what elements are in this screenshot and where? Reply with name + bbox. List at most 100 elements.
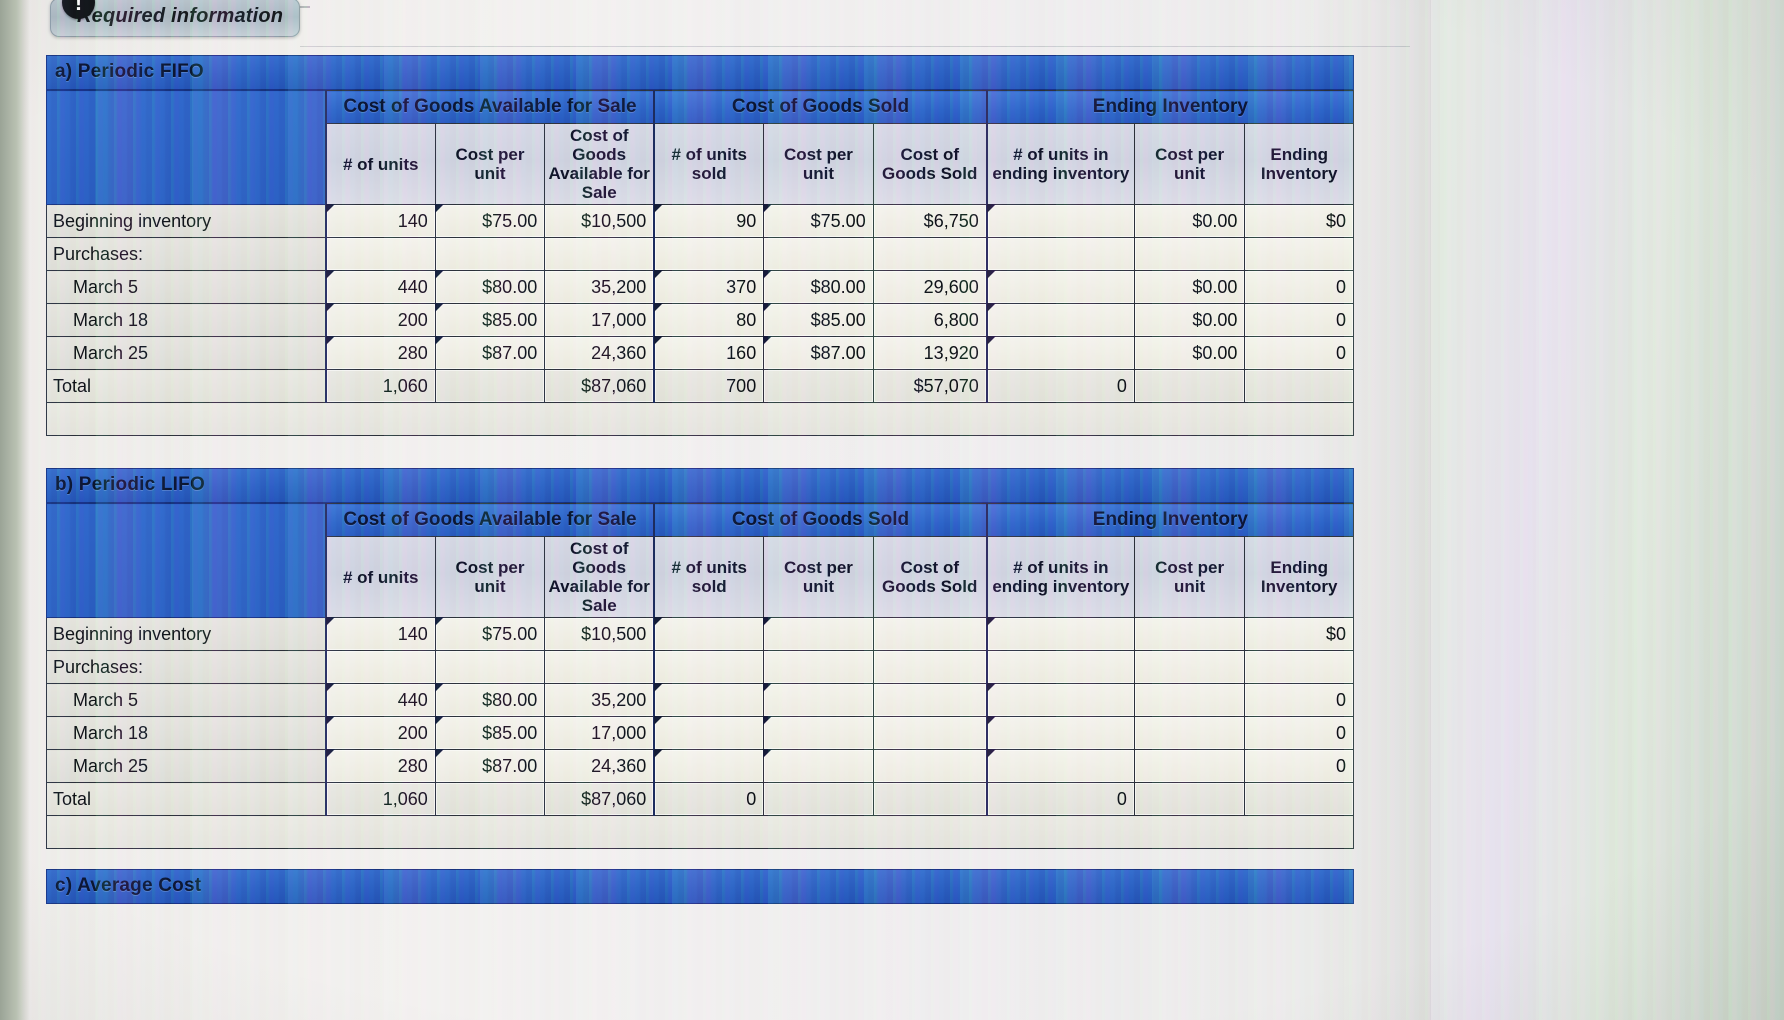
- lifo-cell-cost-per-unit-ending[interactable]: [1133, 749, 1246, 784]
- fifo-cell-cost-per-unit-sold[interactable]: $75.00: [763, 204, 874, 239]
- lifo-cell-cost-per-unit-ending[interactable]: [1133, 716, 1246, 751]
- fifo-cell-cogs: 6,800: [872, 303, 988, 338]
- cell-value: 0: [1335, 276, 1346, 297]
- lifo-cell-cost-per-unit-sold[interactable]: [763, 617, 874, 652]
- fifo-cell-cost-per-unit-available[interactable]: $87.00: [434, 336, 546, 371]
- lifo-cell-units-ending[interactable]: [985, 617, 1135, 652]
- lifo-cell-cost-per-unit-available[interactable]: $75.00: [434, 617, 546, 652]
- cell-value: 0.00: [1202, 309, 1238, 330]
- fifo-cell-units-available[interactable]: 280: [324, 336, 436, 371]
- currency-symbol: $: [810, 276, 821, 297]
- lifo-cell-units-available[interactable]: 200: [324, 716, 436, 751]
- currency-symbol: $: [1325, 623, 1336, 644]
- fifo-cell-units-ending[interactable]: [985, 204, 1135, 239]
- lifo-cell-units-available[interactable]: 280: [324, 749, 436, 784]
- lifo-total-cogs: [872, 782, 988, 817]
- cell-value: 140: [397, 210, 428, 231]
- fifo-cell-units-ending[interactable]: [985, 303, 1135, 338]
- fifo-cell-units-available[interactable]: 440: [324, 270, 436, 305]
- fifo-cell-units-sold[interactable]: 370: [653, 270, 765, 305]
- fifo-cell-units-sold[interactable]: 160: [653, 336, 765, 371]
- lifo-cell-cost-per-unit-available[interactable]: [434, 650, 546, 685]
- fifo-cell-units-ending[interactable]: [985, 270, 1135, 305]
- currency-symbol: $: [482, 689, 493, 710]
- fifo-col-cogafs: Cost of Goods Available for Sale: [544, 122, 655, 206]
- fifo-cell-units-sold[interactable]: [653, 237, 765, 272]
- fifo-cell-cost-per-unit-sold[interactable]: $80.00: [763, 270, 874, 305]
- lifo-cell-cost-per-unit-ending[interactable]: [1133, 683, 1246, 718]
- lifo-cell-cost-per-unit-ending[interactable]: [1133, 617, 1246, 652]
- fifo-cell-units-ending[interactable]: [985, 336, 1135, 371]
- lifo-cell-units-sold[interactable]: [653, 617, 765, 652]
- table-row: March 18 200 $85.00 17,000 80 $85.00 6,800 $0.0…: [45, 303, 1354, 338]
- cell-value: 0: [1335, 755, 1346, 776]
- fifo-cell-cost-per-unit-sold[interactable]: $87.00: [763, 336, 874, 371]
- currency-symbol: $: [482, 722, 493, 743]
- fifo-cell-cost-per-unit-ending[interactable]: $0.00: [1133, 303, 1246, 338]
- lifo-cell-units-sold[interactable]: [653, 650, 765, 685]
- lifo-cell-units-ending[interactable]: [985, 683, 1135, 718]
- required-information-banner: ! Required information: [50, 0, 301, 37]
- table-row: March 5 440 $80.00 35,200 370 $80.00 29,600 $0.…: [45, 270, 1354, 305]
- spacer-row: [46, 815, 1354, 850]
- lifo-cell-cost-per-unit-sold[interactable]: [763, 716, 874, 751]
- fifo-cell-units-sold[interactable]: 80: [653, 303, 765, 338]
- fifo-cell-cost-per-unit-sold[interactable]: [763, 237, 874, 272]
- lifo-cell-cost-per-unit-sold[interactable]: [763, 683, 874, 718]
- lifo-cell-units-sold[interactable]: [653, 749, 765, 784]
- fifo-cell-cost-per-unit-ending[interactable]: $0.00: [1133, 270, 1246, 305]
- cell-value: 440: [397, 276, 428, 297]
- lifo-cell-units-available[interactable]: [324, 650, 436, 685]
- fifo-cell-cost-per-unit-ending[interactable]: [1133, 237, 1246, 272]
- lifo-cell-units-ending[interactable]: [985, 716, 1135, 751]
- fifo-cell-cost-per-unit-sold[interactable]: $85.00: [763, 303, 874, 338]
- lifo-cell-units-available[interactable]: 440: [324, 683, 436, 718]
- lifo-cell-cost-per-unit-sold[interactable]: [763, 650, 874, 685]
- fifo-cell-units-sold[interactable]: 90: [653, 204, 765, 239]
- currency-symbol: $: [1325, 210, 1336, 231]
- fifo-cell-cost-per-unit-available[interactable]: $80.00: [434, 270, 546, 305]
- cell-value: 160: [726, 342, 757, 363]
- fifo-body: Beginning inventory 140 $75.00 $10,500 90 $75…: [45, 204, 1354, 437]
- fifo-cell-units-available[interactable]: 200: [324, 303, 436, 338]
- currency-symbol: $: [810, 210, 821, 231]
- cell-value: 6,750: [933, 210, 979, 231]
- lifo-cell-units-ending[interactable]: [985, 650, 1135, 685]
- lifo-cell-units-ending[interactable]: [985, 749, 1135, 784]
- lifo-cell-cost-per-unit-available[interactable]: $80.00: [434, 683, 546, 718]
- cell-value: 140: [397, 623, 428, 644]
- cell-value: 87,060: [591, 788, 647, 809]
- lifo-col-units-available: # of units: [324, 535, 436, 619]
- fifo-cell-units-available[interactable]: 140: [324, 204, 436, 239]
- lifo-cell-units-available[interactable]: 140: [324, 617, 436, 652]
- fifo-cell-cost-per-unit-ending[interactable]: $0.00: [1133, 204, 1246, 239]
- cell-value: 280: [397, 755, 428, 776]
- cell-value: 280: [397, 342, 428, 363]
- lifo-cell-cost-per-unit-available[interactable]: $87.00: [434, 749, 546, 784]
- lifo-cell-units-sold[interactable]: [653, 716, 765, 751]
- lifo-cell-cost-per-unit-sold[interactable]: [763, 749, 874, 784]
- lifo-cell-units-sold[interactable]: [653, 683, 765, 718]
- table-row: March 25 280 $87.00 24,360 0: [45, 749, 1354, 784]
- cell-value: 85.00: [492, 722, 538, 743]
- cell-value: 29,600: [923, 276, 979, 297]
- cell-value: 87.00: [492, 342, 538, 363]
- lifo-cell-cogafs: 17,000: [544, 716, 655, 751]
- fifo-cell-cost-per-unit-available[interactable]: $75.00: [434, 204, 546, 239]
- fifo-cell-cost-per-unit-available[interactable]: [434, 237, 546, 272]
- fifo-cell-units-available[interactable]: [324, 237, 436, 272]
- cell-value: 75.00: [492, 623, 538, 644]
- cell-value: 17,000: [591, 309, 647, 330]
- lifo-cell-cost-per-unit-ending[interactable]: [1133, 650, 1246, 685]
- fifo-col-cogs: Cost of Goods Sold: [872, 122, 988, 206]
- lifo-group-cogs: Cost of Goods Sold: [653, 503, 988, 537]
- fifo-cell-units-ending[interactable]: [985, 237, 1135, 272]
- lifo-cell-cost-per-unit-available[interactable]: $85.00: [434, 716, 546, 751]
- table-row: Purchases:: [45, 650, 1354, 685]
- fifo-group-cogs: Cost of Goods Sold: [653, 90, 988, 124]
- fifo-cell-cost-per-unit-available[interactable]: $85.00: [434, 303, 546, 338]
- section-average-cost: c) Average Cost: [46, 869, 1354, 904]
- fifo-cell-cost-per-unit-ending[interactable]: $0.00: [1133, 336, 1246, 371]
- total-row: Total 1,060 $87,060 0 0: [45, 782, 1354, 817]
- fifo-cell-cogs: $6,750: [872, 204, 988, 239]
